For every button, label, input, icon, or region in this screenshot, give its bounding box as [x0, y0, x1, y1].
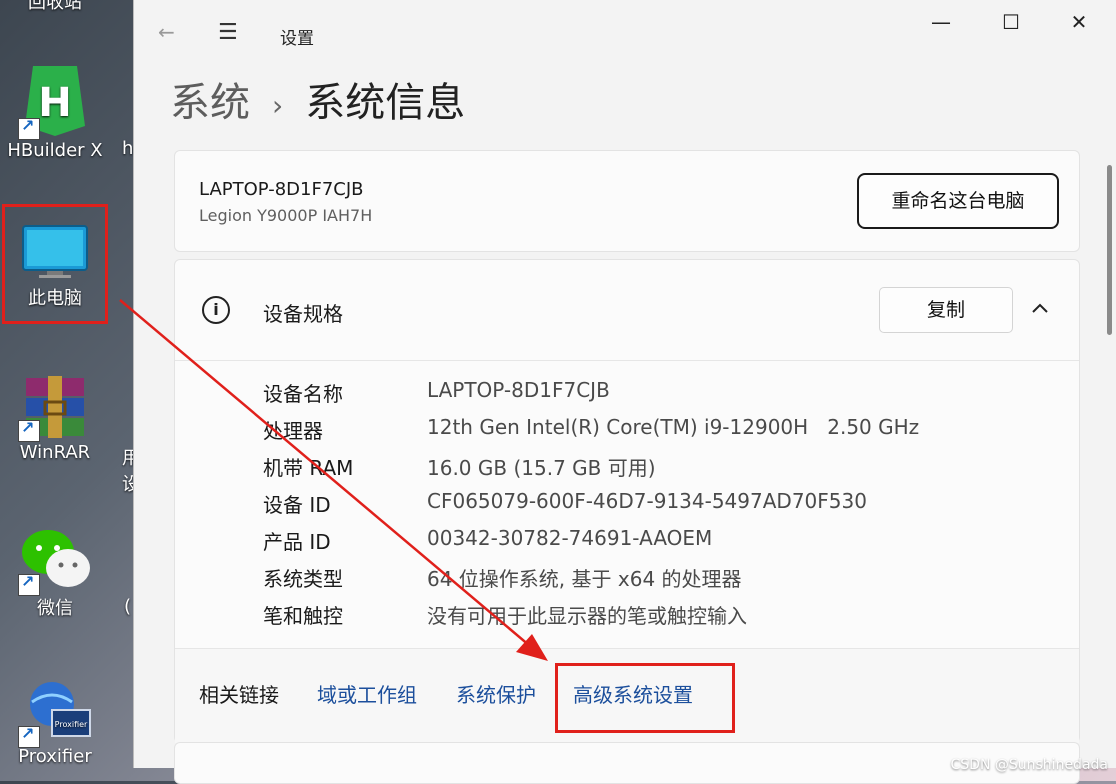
spec-value: LAPTOP-8D1F7CJB — [427, 378, 610, 402]
back-arrow-icon[interactable]: ← — [158, 20, 175, 44]
spec-value: CF065079-600F-46D7-9134-5497AD70F530 — [427, 489, 867, 513]
breadcrumb: 系统 › 系统信息 — [170, 70, 465, 128]
specs-title: 设备规格 — [263, 302, 343, 326]
related-links-title: 相关链接 — [199, 683, 279, 707]
device-name: LAPTOP-8D1F7CJB — [199, 179, 364, 200]
breadcrumb-parent[interactable]: 系统 — [170, 80, 250, 126]
device-model: Legion Y9000P IAH7H — [199, 206, 373, 225]
shortcut-arrow-icon — [18, 572, 40, 596]
desktop-icon-hbuilder[interactable]: H HBuilder X — [0, 66, 110, 161]
annotation-box-this-pc — [2, 204, 108, 324]
spec-value: 没有可用于此显示器的笔或触控输入 — [427, 604, 747, 628]
spec-key: 系统类型 — [263, 567, 343, 591]
copy-button[interactable]: 复制 — [879, 287, 1013, 333]
recycle-bin-label[interactable]: 回收站 — [28, 0, 82, 14]
spec-key: 设备名称 — [263, 382, 343, 406]
desktop-icon-label: HBuilder X — [7, 140, 103, 161]
next-card — [174, 742, 1080, 784]
svg-text:H: H — [38, 80, 71, 126]
shortcut-arrow-icon — [18, 418, 40, 442]
spec-key: 设备 ID — [263, 493, 331, 517]
domain-workgroup-link[interactable]: 域或工作组 — [317, 679, 417, 708]
info-icon: i — [202, 296, 230, 324]
spec-value: 64 位操作系统, 基于 x64 的处理器 — [427, 567, 742, 591]
desktop-fragment: ( — [124, 596, 132, 617]
minimize-icon[interactable]: — — [918, 8, 964, 36]
title-bar: ← ☰ 设置 — ☐ ✕ — [134, 0, 1116, 62]
spec-key: 处理器 — [263, 419, 323, 443]
settings-window: ← ☰ 设置 — ☐ ✕ 系统 › 系统信息 LAPTOP-8D1F7CJB Leg… — [133, 0, 1116, 784]
spec-value: 12th Gen Intel(R) Core(TM) i9-12900H 2.5… — [427, 415, 920, 439]
desktop-fragment: h — [122, 138, 134, 159]
page-title: 系统信息 — [305, 80, 466, 126]
shortcut-arrow-icon — [18, 116, 40, 140]
watermark: CSDN @Sunshinedada — [950, 757, 1108, 773]
spec-value: 16.0 GB (15.7 GB 可用) — [427, 456, 656, 480]
spec-key: 机带 RAM — [263, 456, 354, 480]
desktop-icon-label: WinRAR — [19, 442, 91, 463]
desktop-icon-proxifier[interactable]: Proxifier Proxifier — [0, 680, 110, 767]
chevron-up-icon[interactable] — [1031, 298, 1049, 319]
rename-pc-button[interactable]: 重命名这台电脑 — [857, 173, 1059, 229]
specs-header[interactable]: i 设备规格 复制 — [175, 260, 1079, 361]
device-card: LAPTOP-8D1F7CJB Legion Y9000P IAH7H 重命名这… — [174, 150, 1080, 252]
window-title: 设置 — [280, 29, 314, 49]
system-protection-link[interactable]: 系统保护 — [456, 679, 536, 708]
desktop-icon-wechat[interactable]: 微信 — [0, 528, 110, 620]
desktop-icon-label: Proxifier — [18, 746, 92, 767]
spec-key: 笔和触控 — [263, 604, 343, 628]
scrollbar[interactable] — [1107, 165, 1112, 335]
close-icon[interactable]: ✕ — [1056, 8, 1102, 36]
desktop-icon-winrar[interactable]: WinRAR — [0, 376, 110, 463]
shortcut-arrow-icon — [18, 724, 40, 748]
breadcrumb-separator-icon: › — [272, 88, 284, 122]
maximize-icon[interactable]: ☐ — [988, 8, 1034, 36]
menu-icon[interactable]: ☰ — [218, 20, 238, 45]
annotation-box-advanced-settings — [555, 663, 735, 733]
desktop: 回收站 H HBuilder X 此电脑 WinRAR — [0, 0, 140, 781]
desktop-icon-label: 微信 — [37, 598, 73, 619]
svg-text:Proxifier: Proxifier — [55, 720, 88, 729]
spec-key: 产品 ID — [263, 530, 331, 554]
spec-value: 00342-30782-74691-AAOEM — [427, 526, 713, 550]
